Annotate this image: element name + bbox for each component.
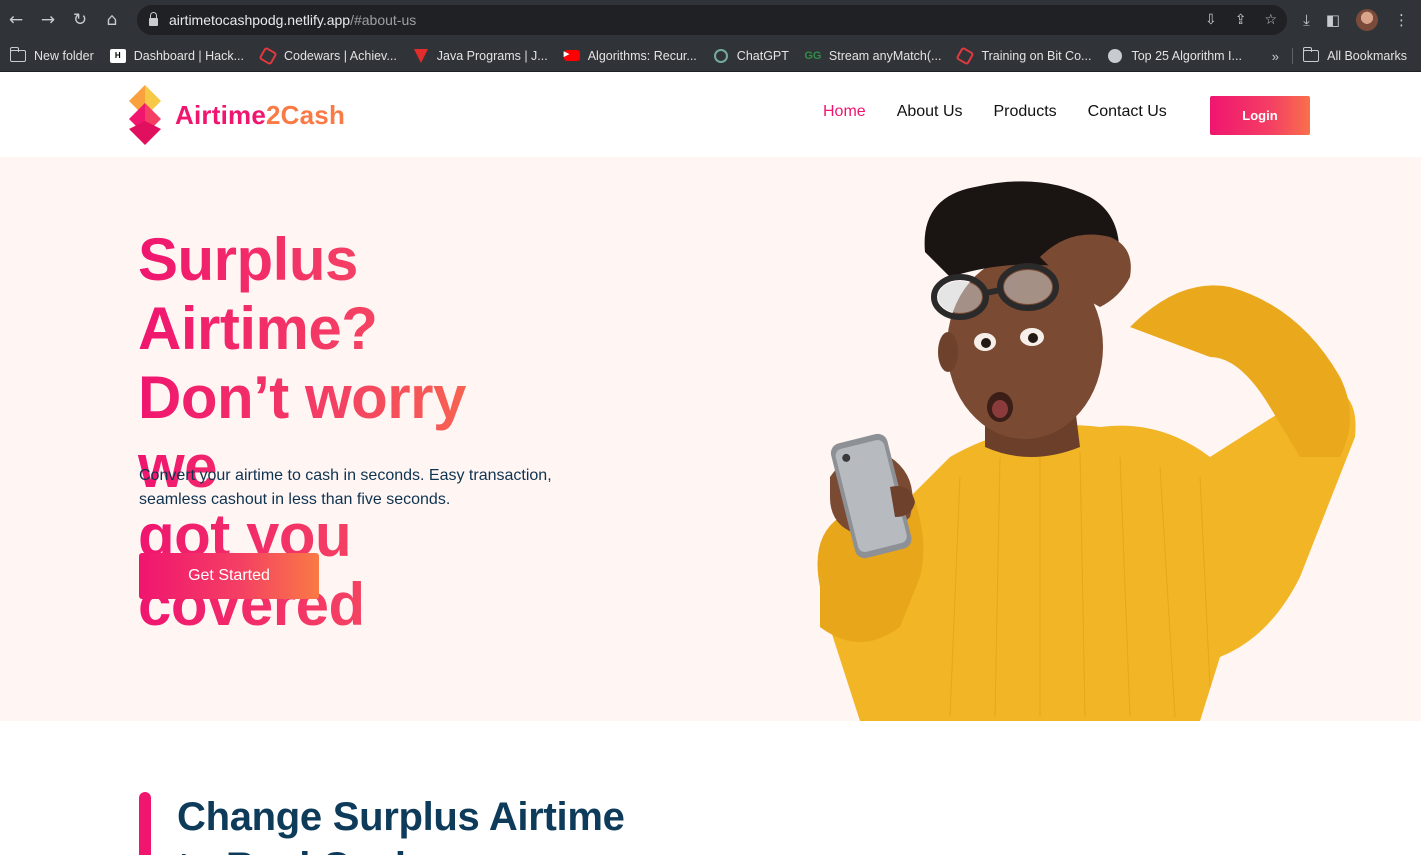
back-icon[interactable]: ← — [0, 0, 32, 40]
site-header: Airtime2Cash Home About Us Products Cont… — [0, 73, 1421, 157]
all-bookmarks-button[interactable]: All Bookmarks — [1302, 40, 1407, 72]
profile-avatar[interactable] — [1356, 9, 1378, 31]
gfg-icon: GG — [804, 49, 822, 62]
download-icon[interactable]: ⤓ — [1303, 11, 1310, 29]
codewars-icon — [955, 45, 976, 66]
change-airtime-section: Change Surplus Airtime to Real Cash — [0, 721, 1421, 855]
folder-icon — [9, 46, 26, 62]
forward-icon[interactable]: → — [32, 0, 64, 40]
codewars-icon — [258, 45, 278, 66]
url-host: airtimetocashpodg.netlify.app — [169, 12, 351, 28]
share-icon[interactable]: ⇪ — [1235, 12, 1247, 28]
logo-text-part2: 2Cash — [265, 99, 346, 130]
bookmarks-overflow-button[interactable]: » — [1272, 40, 1279, 72]
reload-icon[interactable]: ↻ — [64, 0, 96, 40]
bookmark-label: Top 25 Algorithm I... — [1131, 48, 1242, 63]
logo-text-part1: Airtime — [175, 99, 266, 130]
hero-section: Surplus Airtime? Don’t worry we got you … — [0, 157, 1421, 721]
chatgpt-icon — [713, 48, 728, 63]
bookmark-label: Algorithms: Recur... — [587, 48, 697, 63]
hero-title-line: Surplus Airtime? — [138, 225, 601, 363]
bookmarks-divider — [1292, 48, 1293, 64]
nav-products[interactable]: Products — [994, 103, 1057, 121]
bookmark-item[interactable]: ChatGPT — [713, 48, 789, 63]
menu-dots-icon[interactable]: ⋮ — [1394, 11, 1409, 29]
bookmark-label: Codewars | Achiev... — [284, 48, 397, 63]
bookmark-item[interactable]: Codewars | Achiev... — [258, 45, 397, 66]
bookmark-item[interactable]: Java Programs | J... — [413, 48, 548, 63]
home-icon[interactable]: ⌂ — [96, 0, 128, 40]
hero-description: Convert your airtime to cash in seconds.… — [139, 467, 552, 508]
bookmark-label: New folder — [34, 48, 94, 63]
site-logo[interactable]: Airtime2Cash — [127, 85, 345, 145]
bookmark-item[interactable]: ▶ Algorithms: Recur... — [563, 48, 697, 63]
bookmark-item[interactable]: GG Stream anyMatch(... — [804, 48, 942, 63]
login-button[interactable]: Login — [1210, 96, 1310, 135]
address-bar[interactable]: airtimetocashpodg.netlify.app/#about-us … — [137, 5, 1287, 35]
bookmark-item[interactable]: Training on Bit Co... — [955, 45, 1092, 66]
bookmark-label: Stream anyMatch(... — [828, 48, 942, 63]
bookmark-label: Dashboard | Hack... — [133, 48, 244, 63]
bookmark-item[interactable]: H Dashboard | Hack... — [109, 48, 244, 63]
main-nav: Home About Us Products Contact Us — [823, 103, 1198, 121]
bookmark-item[interactable]: New folder — [9, 46, 94, 63]
nav-contact[interactable]: Contact Us — [1088, 103, 1167, 121]
bookmark-star-icon[interactable]: ☆ — [1264, 12, 1277, 28]
get-started-button[interactable]: Get Started — [139, 553, 319, 599]
browser-toolbar: ← → ↻ ⌂ airtimetocashpodg.netlify.app/#a… — [0, 0, 1421, 40]
folder-icon — [1302, 47, 1320, 62]
section-title: Change Surplus Airtime — [177, 795, 625, 839]
section-accent-bar — [139, 792, 151, 855]
install-app-icon[interactable]: ⇩ — [1205, 12, 1217, 28]
bookmark-label: ChatGPT — [736, 48, 789, 63]
bookmark-item[interactable]: Top 25 Algorithm I... — [1107, 48, 1242, 63]
youtube-icon: ▶ — [563, 50, 580, 61]
logo-mark-icon — [129, 85, 161, 145]
section-title-line2: to Real Cash — [177, 845, 419, 855]
globe-icon — [1108, 48, 1123, 63]
bookmark-label: Java Programs | J... — [436, 48, 548, 63]
bookmarks-bar: New folder H Dashboard | Hack... Codewars… — [0, 40, 1421, 72]
nav-about[interactable]: About Us — [897, 103, 963, 121]
side-panel-icon[interactable]: ◧ — [1326, 11, 1340, 29]
url-path: /#about-us — [350, 12, 417, 28]
hackerrank-icon: H — [109, 48, 126, 63]
nav-home[interactable]: Home — [823, 103, 866, 121]
java-icon — [413, 48, 428, 63]
hero-person-image — [817, 181, 1356, 721]
lock-icon[interactable] — [149, 12, 158, 26]
bookmark-label: Training on Bit Co... — [981, 48, 1092, 63]
all-bookmarks-label: All Bookmarks — [1327, 49, 1407, 63]
logo-text: Airtime2Cash — [175, 100, 345, 131]
